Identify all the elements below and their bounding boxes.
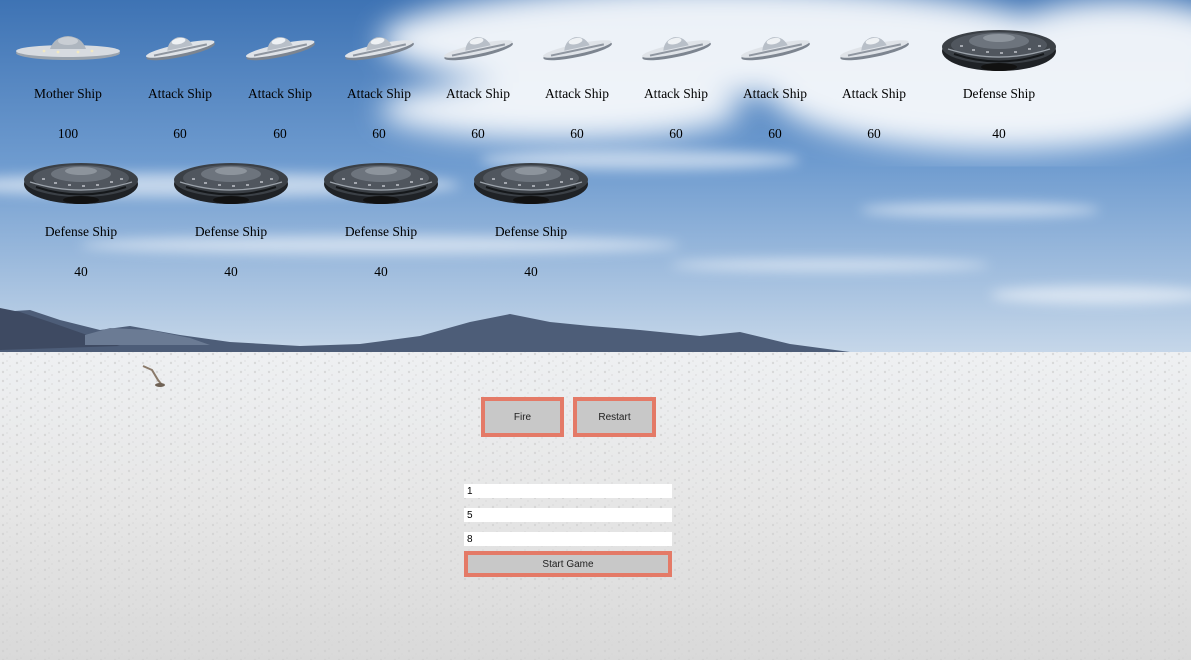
defense-ship: Defense Ship 40 (322, 152, 440, 280)
ship-name-label: Attack Ship (445, 86, 511, 101)
ship-hp-value: 60 (173, 126, 187, 141)
attack-ship: Attack Ship 60 (738, 20, 812, 142)
defense-ship: Defense Ship 40 (22, 152, 140, 280)
ship-hp-value: 40 (524, 264, 538, 279)
ship-name-label: Attack Ship (544, 86, 610, 101)
attack-ship: Attack Ship 60 (143, 20, 217, 142)
defense-ship-icon (940, 20, 1058, 76)
ship-name-label: Attack Ship (643, 86, 709, 101)
input-field-1[interactable] (464, 484, 672, 498)
attack-ship: Attack Ship 60 (441, 20, 515, 142)
ship-name-label: Attack Ship (742, 86, 808, 101)
ship-hp-value: 60 (273, 126, 287, 141)
attack-ship: Attack Ship 60 (342, 20, 416, 142)
ship-name-label: Attack Ship (247, 86, 313, 101)
ship-name-label: Defense Ship (962, 86, 1036, 101)
ship-name-label: Attack Ship (346, 86, 412, 101)
attack-ship-icon (243, 20, 317, 76)
fire-button[interactable]: Fire (481, 397, 564, 437)
input-field-3[interactable] (464, 532, 672, 546)
defense-ship: Defense Ship 40 (172, 152, 290, 280)
attack-ship-icon (143, 20, 217, 76)
ship-hp-value: 60 (768, 126, 782, 141)
ship-hp-value: 40 (374, 264, 388, 279)
ship-hp-value: 100 (57, 126, 79, 141)
ship-name-label: Defense Ship (494, 224, 568, 239)
start-game-button[interactable]: Start Game (464, 551, 672, 577)
defense-ship-icon (22, 152, 140, 210)
attack-ship-icon (342, 20, 416, 76)
attack-ship-icon (738, 20, 812, 76)
defense-ship: Defense Ship 40 (472, 152, 590, 280)
ship-name-label: Defense Ship (44, 224, 118, 239)
attack-ship: Attack Ship 60 (243, 20, 317, 142)
ship-hp-value: 60 (867, 126, 881, 141)
defense-ship-icon (322, 152, 440, 210)
ship-hp-value: 60 (471, 126, 485, 141)
mother-ship-icon (14, 20, 122, 76)
ship-hp-value: 40 (992, 126, 1006, 141)
ship-name-label: Attack Ship (841, 86, 907, 101)
mother-ship: Mother Ship 100 (14, 20, 122, 142)
attack-ship-icon (837, 20, 911, 76)
ship-hp-value: 60 (669, 126, 683, 141)
attack-ship: Attack Ship 60 (837, 20, 911, 142)
defense-ship: Defense Ship 40 (940, 20, 1058, 142)
ship-hp-value: 40 (74, 264, 88, 279)
input-field-2[interactable] (464, 508, 672, 522)
ship-name-label: Mother Ship (34, 86, 102, 101)
ship-name-label: Attack Ship (147, 86, 213, 101)
restart-button[interactable]: Restart (573, 397, 656, 437)
attack-ship: Attack Ship 60 (540, 20, 614, 142)
defense-ship-icon (172, 152, 290, 210)
ship-hp-value: 60 (570, 126, 584, 141)
ship-name-label: Defense Ship (194, 224, 268, 239)
ship-hp-value: 60 (372, 126, 386, 141)
defense-ship-icon (472, 152, 590, 210)
ship-name-label: Defense Ship (344, 224, 418, 239)
attack-ship-icon (540, 20, 614, 76)
attack-ship-icon (441, 20, 515, 76)
ship-hp-value: 40 (224, 264, 238, 279)
attack-ship: Attack Ship 60 (639, 20, 713, 142)
attack-ship-icon (639, 20, 713, 76)
